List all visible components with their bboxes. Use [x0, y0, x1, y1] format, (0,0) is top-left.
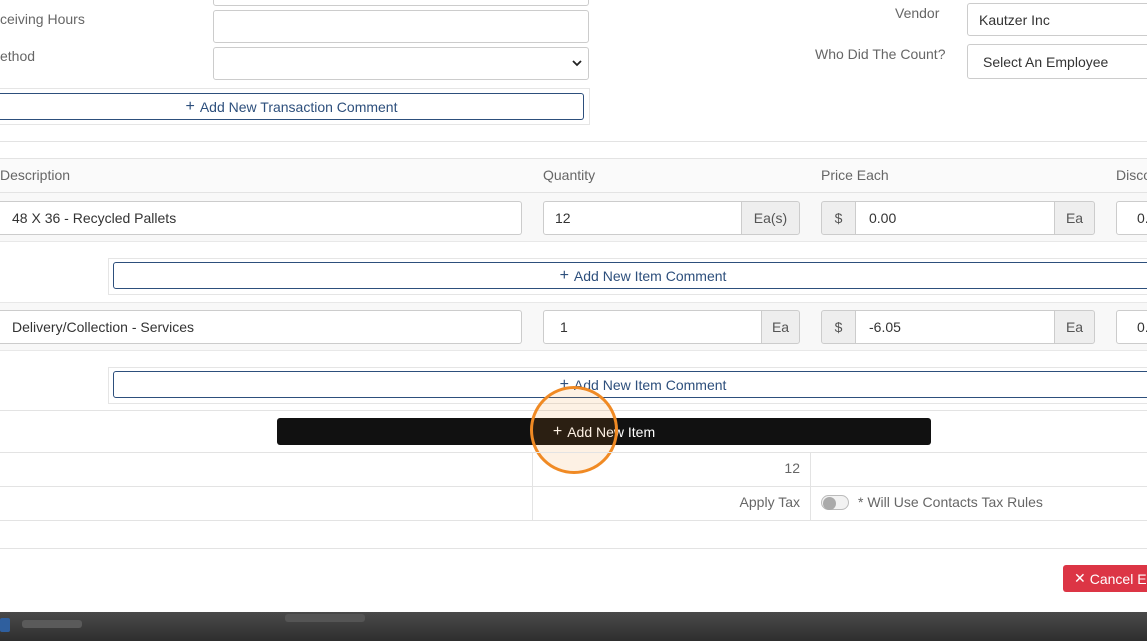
row1-discount-input[interactable]: 0. [1116, 201, 1147, 235]
row1-price-input[interactable]: 0.00 [855, 201, 1055, 235]
row2-price-input[interactable]: -6.05 [855, 310, 1055, 344]
total-quantity: 12 [784, 460, 800, 476]
receiving-hours-input[interactable] [213, 10, 589, 43]
header-price-each: Price Each [821, 167, 889, 183]
row2-discount-input[interactable]: 0. [1116, 310, 1147, 344]
header-quantity: Quantity [543, 167, 596, 183]
add-item-comment-button[interactable]: + Add New Item Comment [113, 262, 1147, 289]
add-transaction-comment-button[interactable]: + Add New Transaction Comment [0, 93, 584, 120]
add-item-comment-label: Add New Item Comment [573, 376, 727, 393]
row2-description-input[interactable]: Delivery/Collection - Services [0, 310, 522, 344]
row2-price-unit-addon: Ea [1054, 310, 1095, 344]
add-transaction-comment-label: Add New Transaction Comment [199, 98, 398, 115]
row2-currency-addon: $ [821, 310, 856, 344]
taskbar-blur [285, 614, 365, 622]
close-icon: ✕ [1074, 570, 1086, 586]
chevron-down-icon [572, 60, 582, 67]
background-taskbar [0, 612, 1147, 641]
taskbar-app-icon [0, 618, 10, 632]
vendor-input[interactable]: Kautzer Inc [967, 3, 1147, 36]
row1-unit-addon: Ea(s) [741, 201, 800, 235]
click-highlight-circle [530, 386, 618, 474]
cancel-edit-label: Cancel Ed [1089, 570, 1147, 587]
divider [0, 452, 1147, 453]
row1-description-input[interactable]: 48 X 36 - Recycled Pallets [0, 201, 522, 235]
divider [0, 486, 1147, 487]
add-item-comment-label: Add New Item Comment [573, 267, 727, 284]
taskbar-blur [22, 620, 82, 628]
apply-tax-label: Apply Tax [739, 494, 800, 510]
header-description: Description [0, 167, 71, 183]
divider [0, 520, 1147, 521]
cancel-edit-button[interactable]: ✕ Cancel Ed [1063, 565, 1147, 592]
method-select[interactable] [213, 47, 589, 80]
header-discount: Disco [1116, 167, 1147, 183]
counter-select[interactable]: Select An Employee [967, 44, 1147, 79]
toggle-knob [823, 497, 836, 510]
receiving-hours-label: ceiving Hours [0, 11, 85, 27]
plus-icon: + [559, 266, 569, 284]
row1-price-unit-addon: Ea [1054, 201, 1095, 235]
vendor-label: Vendor [895, 5, 940, 21]
counter-label: Who Did The Count? [815, 46, 946, 62]
row1-currency-addon: $ [821, 201, 856, 235]
add-item-comment-button[interactable]: + Add New Item Comment [113, 371, 1147, 398]
form-section: ceiving Hours ethod + Add New Transactio… [0, 0, 1147, 142]
plus-icon: + [185, 97, 195, 115]
tax-note: * Will Use Contacts Tax Rules [858, 494, 1043, 510]
row2-quantity-input[interactable]: 1 [543, 310, 762, 344]
tax-toggle[interactable] [821, 495, 849, 510]
row1-quantity-input[interactable]: 12 [543, 201, 742, 235]
divider [0, 141, 1147, 142]
method-label: ethod [0, 48, 36, 64]
top-partial-input[interactable] [213, 0, 589, 6]
row2-unit-addon: Ea [761, 310, 800, 344]
divider [0, 548, 1147, 549]
